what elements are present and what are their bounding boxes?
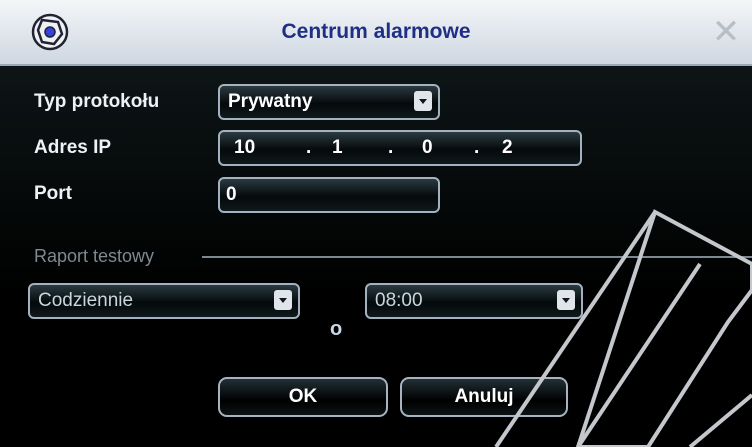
protocol-select[interactable]: Prywatny [218, 84, 440, 120]
frequency-value: Codziennie [38, 290, 134, 311]
ip-octet-2[interactable]: 1 [332, 137, 343, 159]
chevron-down-icon[interactable] [557, 290, 575, 310]
ip-dot: . [474, 137, 480, 158]
ip-octet-1[interactable]: 10 [234, 137, 255, 159]
protocol-label: Typ protokołu [34, 91, 160, 112]
time-value: 08:00 [375, 290, 423, 311]
time-separator-label: o [330, 318, 343, 340]
protocol-value: Prywatny [228, 91, 313, 112]
chevron-down-icon[interactable] [274, 290, 292, 310]
section-divider [202, 256, 752, 258]
dialog-title: Centrum alarmowe [281, 20, 471, 43]
port-label: Port [34, 183, 72, 204]
ip-dot: . [306, 137, 312, 158]
ip-address-field[interactable]: 10 . 1 . 0 . 2 [218, 130, 582, 166]
frequency-select[interactable]: Codziennie [28, 283, 300, 319]
ok-button[interactable]: OK [218, 377, 388, 417]
ip-octet-3[interactable]: 0 [422, 137, 433, 159]
chevron-down-icon[interactable] [414, 91, 432, 111]
ip-octet-4[interactable]: 2 [502, 137, 513, 159]
dialog-titlebar: Centrum alarmowe ✕ [0, 0, 752, 66]
close-icon[interactable]: ✕ [708, 14, 744, 50]
ip-dot: . [388, 137, 394, 158]
time-select[interactable]: 08:00 [365, 283, 583, 319]
ip-label: Adres IP [34, 137, 112, 158]
test-report-section-label: Raport testowy [34, 246, 155, 266]
cancel-button[interactable]: Anuluj [400, 377, 568, 417]
port-input[interactable]: 0 [218, 177, 440, 213]
port-value: 0 [226, 184, 237, 205]
